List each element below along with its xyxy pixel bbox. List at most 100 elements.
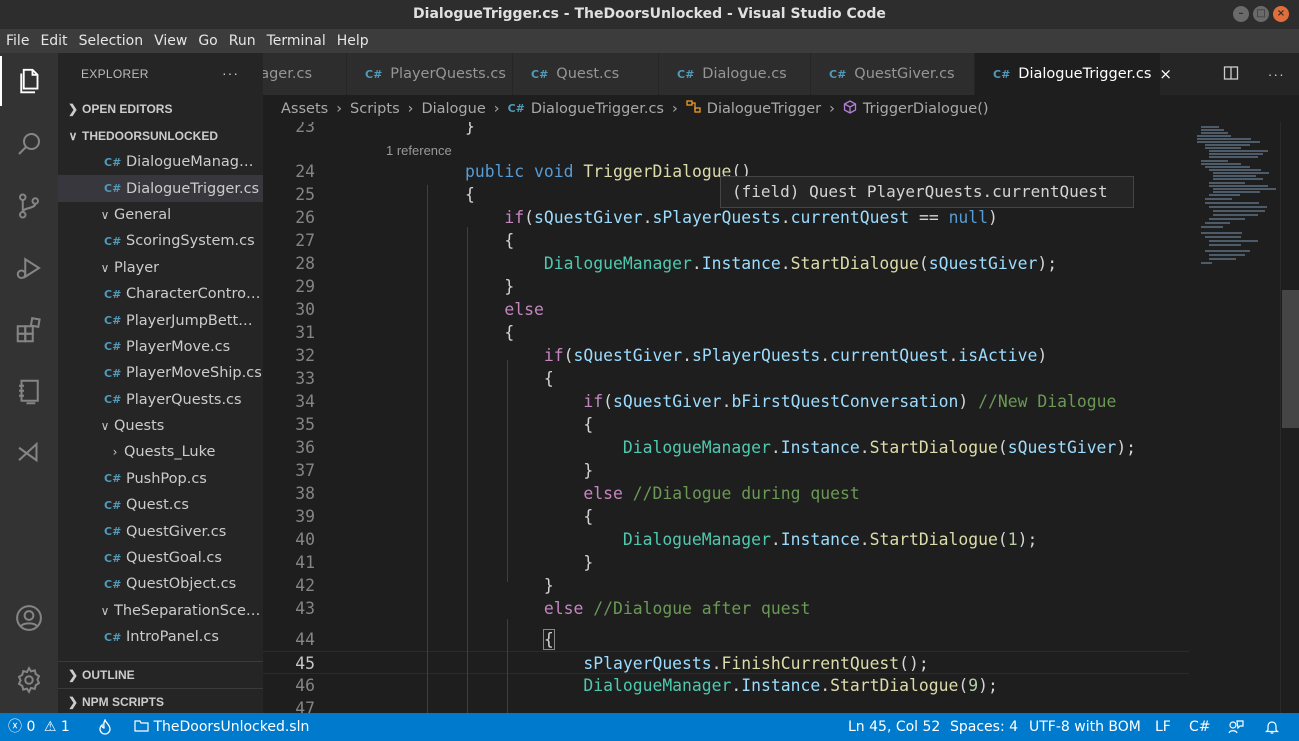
code-line[interactable]: 23 } (263, 122, 1189, 138)
editor-tab[interactable]: C# Dialogue.cs (659, 53, 811, 95)
editor-tab[interactable]: C# QuestGiver.cs (811, 53, 975, 95)
remote-explorer-icon[interactable] (0, 367, 58, 417)
code-line[interactable]: 33 { (263, 367, 1189, 390)
tree-file[interactable]: C# ScoringSystem.cs (58, 228, 263, 254)
code-line[interactable]: 32 if(sQuestGiver.sPlayerQuests.currentQ… (263, 344, 1189, 367)
editor-tab[interactable]: C# Quest.cs (513, 53, 659, 95)
close-window-button[interactable]: × (1273, 6, 1289, 22)
menu-go[interactable]: Go (194, 33, 221, 49)
more-actions-icon[interactable]: ··· (1268, 66, 1285, 82)
menu-selection[interactable]: Selection (75, 33, 148, 49)
tree-file[interactable]: C# IntroPanel.cs (58, 624, 263, 650)
tree-file[interactable]: C# PlayerMove.cs (58, 334, 263, 360)
tree-folder[interactable]: ∨ TheSeparationSce… (58, 598, 263, 624)
menu-help[interactable]: Help (333, 33, 373, 49)
tree-file[interactable]: C# CharacterContro… (58, 281, 263, 307)
tree-file[interactable]: C# DialogueTrigger.cs (58, 175, 263, 202)
breadcrumb-method[interactable]: TriggerDialogue() (863, 101, 989, 117)
tree-file[interactable]: C# Quest.cs (58, 492, 263, 518)
code-line[interactable]: 27 { (263, 229, 1189, 252)
close-tab-icon[interactable]: × (1159, 65, 1172, 83)
tree-file[interactable]: C# PlayerMoveShip.cs (58, 360, 263, 386)
code-line[interactable]: 35 { (263, 413, 1189, 436)
editor-tab[interactable]: C# PlayerQuests.cs (347, 53, 513, 95)
menu-terminal[interactable]: Terminal (263, 33, 330, 49)
codelens-references[interactable]: 1 reference (386, 141, 452, 161)
code-line[interactable]: 28 DialogueManager.Instance.StartDialogu… (263, 252, 1189, 275)
editor-tab[interactable]: ager.cs (263, 53, 347, 95)
menu-view[interactable]: View (150, 33, 191, 49)
code-token: . (770, 530, 781, 549)
tree-folder[interactable]: ∨ Quests (58, 413, 263, 439)
run-debug-icon[interactable] (0, 243, 58, 293)
code-line[interactable]: 38 else //Dialogue during quest (263, 482, 1189, 505)
code-line[interactable]: 44 { (263, 628, 1189, 651)
folder-icon (134, 719, 153, 735)
code-line[interactable]: 31 { (263, 321, 1189, 344)
settings-gear-icon[interactable] (0, 655, 58, 705)
tree-folder[interactable]: ∨ Player (58, 255, 263, 281)
language-mode[interactable]: C# (1189, 713, 1211, 741)
code-line[interactable]: 41 } (263, 551, 1189, 574)
code-token: sQuestGiver (928, 254, 1038, 273)
project-section[interactable]: ∨ THEDOORSUNLOCKED (58, 122, 263, 149)
source-control-icon[interactable] (0, 181, 58, 231)
split-editor-icon[interactable] (1223, 65, 1239, 84)
scrollbar-thumb[interactable] (1282, 290, 1299, 428)
tree-file[interactable]: C# QuestGoal.cs (58, 545, 263, 571)
code-editor[interactable]: 23 } 24 public void TriggerDialogue() 25 {… (263, 122, 1299, 713)
code-line[interactable]: 45 sPlayerQuests.FinishCurrentQuest(); (263, 651, 1189, 674)
breadcrumb-file[interactable]: DialogueTrigger.cs (531, 101, 664, 117)
tree-folder[interactable]: ∨ General (58, 202, 263, 228)
breadcrumb-assets[interactable]: Assets (281, 101, 328, 117)
extensions-icon[interactable] (0, 305, 58, 355)
code-line[interactable]: 39 { (263, 505, 1189, 528)
tree-folder[interactable]: › Quests_Luke (58, 439, 263, 465)
explorer-icon[interactable] (0, 56, 58, 106)
code-line[interactable]: 30 else (263, 298, 1189, 321)
code-token: { (386, 231, 515, 250)
code-line[interactable]: 46 DialogueManager.Instance.StartDialogu… (263, 674, 1189, 697)
maximize-button[interactable]: □ (1253, 6, 1269, 22)
open-editors-section[interactable]: ❯ OPEN EDITORS (58, 95, 263, 122)
encoding[interactable]: UTF-8 with BOM (1029, 713, 1141, 741)
tree-file[interactable]: C# PlayerJumpBett… (58, 307, 263, 333)
flame-icon[interactable] (98, 713, 112, 741)
line-endings[interactable]: LF (1155, 713, 1171, 741)
account-icon[interactable] (0, 593, 58, 643)
code-line[interactable]: 37 } (263, 459, 1189, 482)
more-actions-icon[interactable]: ··· (222, 65, 239, 81)
outline-section[interactable]: ❯ OUTLINE (58, 661, 263, 688)
menu-file[interactable]: File (2, 33, 33, 49)
code-line[interactable]: 40 DialogueManager.Instance.StartDialogu… (263, 528, 1189, 551)
code-line[interactable]: 34 if(sQuestGiver.bFirstQuestConversatio… (263, 390, 1189, 413)
menu-edit[interactable]: Edit (36, 33, 71, 49)
visual-studio-icon[interactable] (0, 429, 58, 479)
menu-run[interactable]: Run (225, 33, 260, 49)
code-line[interactable]: 29 } (263, 275, 1189, 298)
code-line[interactable]: 47 (263, 697, 1189, 713)
tree-file[interactable]: C# QuestGiver.cs (58, 518, 263, 544)
feedback-icon[interactable] (1228, 713, 1244, 741)
code-line[interactable]: 26 if(sQuestGiver.sPlayerQuests.currentQ… (263, 206, 1189, 229)
search-icon[interactable] (0, 119, 58, 169)
editor-tab[interactable]: C# DialogueTrigger.cs × (975, 53, 1172, 95)
problems-indicator[interactable]: ⓧ 0 ⚠ 1 (8, 713, 70, 741)
breadcrumb-scripts[interactable]: Scripts (350, 101, 400, 117)
npm-scripts-section[interactable]: ❯ NPM SCRIPTS (58, 688, 263, 713)
tree-file[interactable]: C# PushPop.cs (58, 466, 263, 492)
indentation[interactable]: Spaces: 4 (950, 713, 1018, 741)
minimize-button[interactable]: – (1233, 6, 1249, 22)
breadcrumb-dialogue[interactable]: Dialogue (421, 101, 485, 117)
csharp-file-icon: C# (104, 630, 122, 644)
tree-file[interactable]: C# QuestObject.cs (58, 571, 263, 597)
code-line[interactable]: 42 } (263, 574, 1189, 597)
notifications-bell-icon[interactable] (1265, 713, 1279, 741)
solution-indicator[interactable]: TheDoorsUnlocked.sln (134, 713, 309, 741)
cursor-position[interactable]: Ln 45, Col 52 (848, 713, 940, 741)
tree-file[interactable]: C# PlayerQuests.cs (58, 387, 263, 413)
breadcrumb-class[interactable]: DialogueTrigger (707, 101, 821, 117)
code-line[interactable]: 36 DialogueManager.Instance.StartDialogu… (263, 436, 1189, 459)
code-line[interactable]: 43 else //Dialogue after quest (263, 597, 1189, 620)
tree-file[interactable]: C# DialogueManag… (58, 149, 263, 175)
